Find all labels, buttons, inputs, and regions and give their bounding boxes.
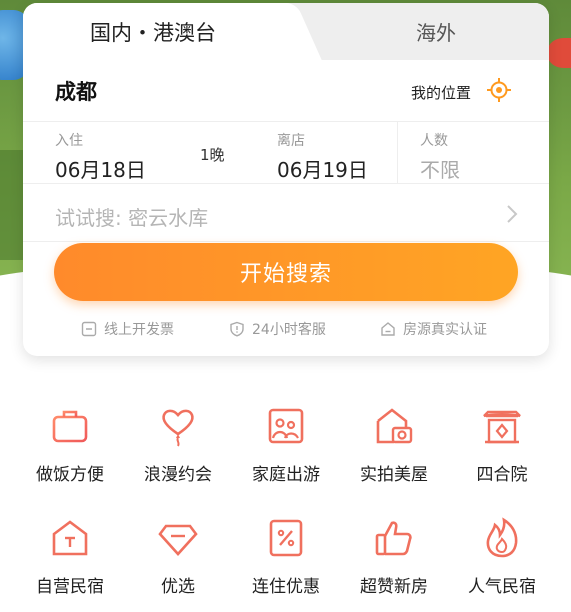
category-label: 连住优惠 bbox=[252, 577, 320, 597]
house-camera-icon bbox=[376, 408, 413, 444]
category-cooking[interactable]: 做饭方便 bbox=[15, 404, 125, 485]
house-check-icon bbox=[381, 322, 395, 336]
service-features: 线上开发票 24小时客服 房源真实认证 bbox=[23, 319, 549, 343]
city-name[interactable]: 成都 bbox=[55, 76, 97, 106]
checkout-label: 离店 bbox=[277, 133, 305, 149]
category-preferred[interactable]: 优选 bbox=[123, 516, 233, 597]
category-label: 实拍美屋 bbox=[360, 465, 428, 485]
feature-verified: 房源真实认证 bbox=[380, 319, 487, 339]
category-grid: 做饭方便 浪漫约会 家庭出游 实拍美屋 四合院 自营民宿 优选 连住优惠 超赞新… bbox=[0, 390, 571, 612]
category-label: 自营民宿 bbox=[36, 577, 104, 597]
category-label: 超赞新房 bbox=[360, 577, 428, 597]
shield-icon bbox=[230, 321, 244, 337]
city-row[interactable]: 成都 我的位置 bbox=[23, 60, 549, 122]
category-long-stay-discount[interactable]: 连住优惠 bbox=[231, 516, 341, 597]
checkout-picker[interactable]: 离店 06月19日 bbox=[277, 130, 368, 183]
category-label: 浪漫约会 bbox=[144, 465, 212, 485]
search-card: 国内・港澳台 海外 成都 我的位置 入住 06月18日 1晚 离店 06月19日… bbox=[23, 3, 549, 356]
dates-divider bbox=[397, 122, 398, 184]
category-label: 人气民宿 bbox=[468, 577, 536, 597]
cooking-pot-icon bbox=[52, 410, 88, 443]
category-label: 做饭方便 bbox=[36, 465, 104, 485]
diamond-icon bbox=[158, 524, 198, 556]
region-tabs: 国内・港澳台 海外 bbox=[23, 3, 549, 60]
category-self-run[interactable]: 自营民宿 bbox=[15, 516, 125, 597]
nights-count: 1晚 bbox=[200, 146, 225, 164]
start-search-button[interactable]: 开始搜索 bbox=[54, 243, 518, 301]
category-new-house[interactable]: 超赞新房 bbox=[339, 516, 449, 597]
keyword-row[interactable]: 试试搜: 密云水库 bbox=[23, 184, 549, 242]
category-label: 四合院 bbox=[476, 465, 528, 485]
chevron-right-icon bbox=[507, 205, 518, 223]
feature-invoice-label: 线上开发票 bbox=[104, 322, 174, 338]
checkin-label: 入住 bbox=[55, 133, 83, 149]
courtyard-gate-icon bbox=[483, 410, 521, 444]
self-run-house-icon bbox=[52, 520, 88, 556]
feature-verified-label: 房源真实认证 bbox=[403, 322, 487, 338]
feature-service-label: 24小时客服 bbox=[252, 322, 326, 338]
checkout-date[interactable]: 06月19日 bbox=[277, 154, 368, 183]
category-real-photo[interactable]: 实拍美屋 bbox=[339, 404, 449, 485]
locate-crosshair-icon[interactable] bbox=[486, 77, 512, 103]
checkin-picker[interactable]: 入住 06月18日 bbox=[55, 130, 146, 183]
dates-row: 入住 06月18日 1晚 离店 06月19日 人数 不限 bbox=[23, 122, 549, 184]
tab-domestic[interactable]: 国内・港澳台 bbox=[23, 3, 283, 60]
flame-icon bbox=[486, 517, 518, 558]
discount-coupon-icon bbox=[269, 519, 303, 557]
guests-value[interactable]: 不限 bbox=[420, 154, 460, 183]
heart-balloon-icon bbox=[162, 409, 194, 447]
category-label: 优选 bbox=[161, 577, 195, 597]
my-location-label[interactable]: 我的位置 bbox=[411, 82, 471, 103]
guests-picker[interactable]: 人数 不限 bbox=[420, 130, 460, 183]
keyword-search-input[interactable]: 试试搜: 密云水库 bbox=[55, 202, 208, 231]
background-red-shape bbox=[548, 38, 571, 68]
checkin-date[interactable]: 06月18日 bbox=[55, 154, 146, 183]
feature-service: 24小时客服 bbox=[229, 319, 326, 339]
category-popular[interactable]: 人气民宿 bbox=[447, 516, 557, 597]
thumbs-up-icon bbox=[375, 521, 412, 556]
feature-invoice: 线上开发票 bbox=[81, 319, 174, 339]
category-label: 家庭出游 bbox=[252, 465, 320, 485]
tab-overseas[interactable]: 海外 bbox=[283, 3, 549, 60]
category-courtyard[interactable]: 四合院 bbox=[447, 404, 557, 485]
guests-label: 人数 bbox=[420, 133, 448, 149]
category-family[interactable]: 家庭出游 bbox=[231, 404, 341, 485]
family-photo-icon bbox=[268, 408, 304, 444]
invoice-icon bbox=[81, 321, 97, 337]
category-romantic[interactable]: 浪漫约会 bbox=[123, 404, 233, 485]
